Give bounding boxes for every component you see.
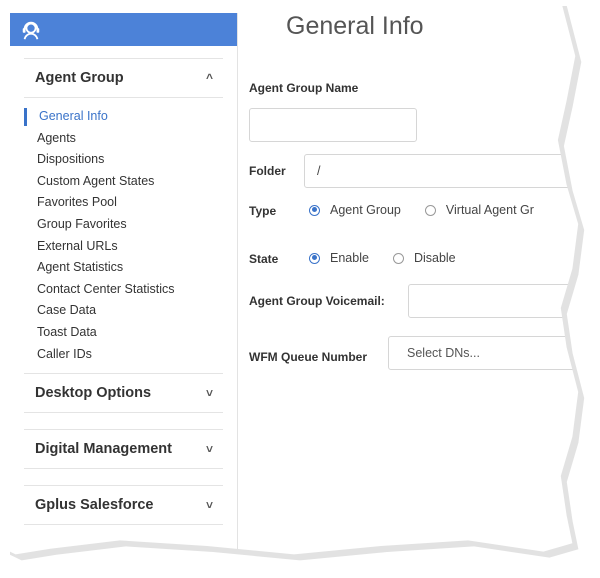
sidebar-item-agents[interactable]: Agents bbox=[10, 128, 237, 150]
state-option-label: Disable bbox=[413, 251, 456, 265]
chevron-down-icon: ˅ bbox=[205, 442, 213, 457]
state-disable-radio[interactable] bbox=[392, 252, 404, 264]
sidebar-item-custom-agent-states[interactable]: Custom Agent States bbox=[10, 171, 237, 193]
type-virtual-agent-group-radio[interactable] bbox=[424, 204, 436, 216]
section-gplus-salesforce[interactable]: Gplus Salesforce ˅ bbox=[24, 485, 223, 526]
state-radio-group: Enable Disable bbox=[309, 251, 480, 265]
section-desktop-options[interactable]: Desktop Options ˅ bbox=[24, 373, 223, 414]
state-enable-radio[interactable] bbox=[309, 252, 320, 264]
sidebar-item-external-urls[interactable]: External URLs bbox=[10, 236, 237, 258]
type-radio-group: Agent Group Virtual Agent Gr bbox=[309, 203, 558, 217]
type-option-label: Agent Group bbox=[330, 203, 401, 217]
type-agent-group-radio[interactable] bbox=[309, 204, 320, 216]
nav-list: General Info Agents Dispositions Custom Age… bbox=[10, 106, 237, 365]
agent-group-name-label: Agent Group Name bbox=[249, 81, 359, 95]
sidebar-item-contact-center-statistics[interactable]: Contact Center Statistics bbox=[10, 279, 237, 301]
agent-group-voicemail-label: Agent Group Voicemail: bbox=[249, 294, 385, 308]
sidebar-item-general-info[interactable]: General Info bbox=[10, 106, 237, 128]
sidebar-header bbox=[10, 13, 237, 46]
sidebar-item-agent-statistics[interactable]: Agent Statistics bbox=[10, 257, 237, 279]
section-label: Gplus Salesforce bbox=[35, 497, 154, 514]
page-title: General Info bbox=[286, 12, 424, 40]
agent-group-name-input[interactable] bbox=[249, 108, 417, 142]
sidebar-item-group-favorites[interactable]: Group Favorites bbox=[10, 214, 237, 236]
state-option-label: Enable bbox=[330, 251, 369, 265]
sidebar-item-favorites-pool[interactable]: Favorites Pool bbox=[10, 192, 237, 214]
sidebar: Agent Group ^ General Info Agents Disposit… bbox=[10, 13, 238, 553]
chevron-down-icon: ˅ bbox=[205, 386, 213, 401]
section-agent-group[interactable]: Agent Group ^ bbox=[24, 58, 223, 98]
type-option-label: Virtual Agent Gr bbox=[445, 203, 534, 217]
sidebar-item-dispositions[interactable]: Dispositions bbox=[10, 149, 237, 171]
section-digital-management[interactable]: Digital Management ˅ bbox=[24, 429, 223, 470]
section-label: Desktop Options bbox=[35, 385, 152, 402]
agent-headset-icon[interactable] bbox=[20, 19, 42, 41]
sidebar-item-case-data[interactable]: Case Data bbox=[10, 300, 237, 322]
screenshot-paper: Agent Group ^ General Info Agents Disposit… bbox=[4, 0, 579, 555]
chevron-down-icon: ˅ bbox=[205, 498, 213, 513]
type-label: Type bbox=[249, 204, 277, 218]
section-label: Digital Management bbox=[35, 441, 172, 458]
folder-input[interactable]: / bbox=[304, 154, 579, 188]
sidebar-item-toast-data[interactable]: Toast Data bbox=[10, 322, 237, 344]
sidebar-item-caller-ids[interactable]: Caller IDs bbox=[10, 344, 237, 366]
section-label: Agent Group bbox=[35, 70, 124, 86]
folder-label: Folder bbox=[249, 164, 286, 178]
wfm-queue-number-select[interactable]: Select DNs... bbox=[388, 336, 579, 370]
chevron-up-icon: ^ bbox=[205, 71, 213, 85]
state-label: State bbox=[249, 252, 279, 266]
wfm-queue-number-label: WFM Queue Number bbox=[249, 350, 368, 364]
